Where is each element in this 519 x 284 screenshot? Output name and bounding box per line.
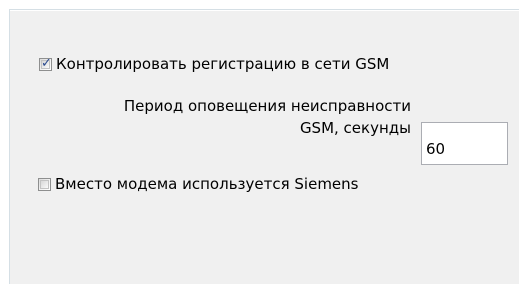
period-label-line1: Период оповещения неисправности [123, 97, 411, 115]
gsm-monitor-label: Контролировать регистрацию в сети GSM [56, 55, 390, 73]
checkbox-inner [40, 179, 49, 189]
siemens-label: Вместо модема используется Siemens [55, 175, 359, 193]
checkmark-icon: ✓ [41, 55, 52, 71]
gsm-monitor-option[interactable]: ✓ Контролировать регистрацию в сети GSM [39, 55, 389, 73]
period-label: Период оповещения неисправности GSM, сек… [32, 95, 411, 139]
siemens-option[interactable]: Вместо модема используется Siemens [38, 175, 358, 193]
period-input[interactable]: 60 [421, 122, 508, 165]
panel-highlight [10, 10, 519, 11]
period-label-line2: GSM, секунды [299, 119, 411, 137]
gsm-monitor-checkbox[interactable]: ✓ [39, 55, 52, 71]
siemens-checkbox[interactable] [38, 177, 51, 191]
